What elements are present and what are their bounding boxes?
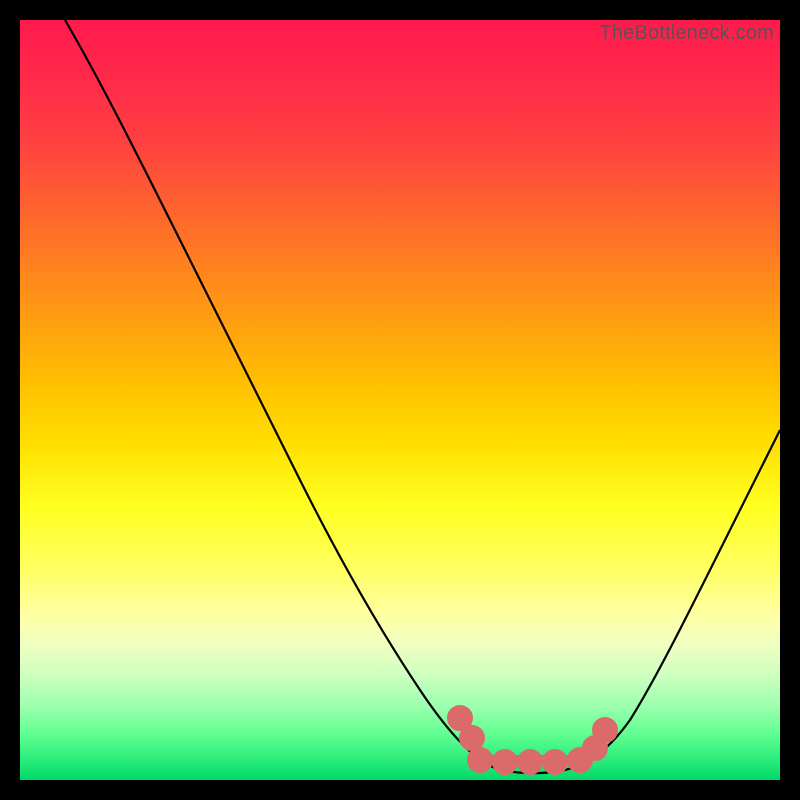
- chart-frame: TheBottleneck.com: [0, 0, 800, 800]
- plot-area: TheBottleneck.com: [20, 20, 780, 780]
- bottleneck-curve-path: [65, 20, 780, 773]
- curve-layer: [20, 20, 780, 780]
- match-zone-highlight-group: [452, 710, 613, 770]
